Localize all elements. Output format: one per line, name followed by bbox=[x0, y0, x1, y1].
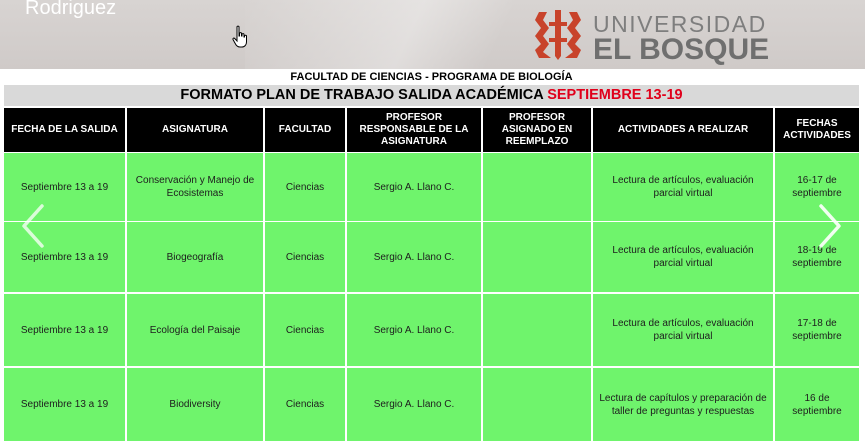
university-logo: UNIVERSIDAD EL BOSQUE bbox=[531, 6, 851, 66]
table-cell-reemplazo bbox=[483, 222, 591, 292]
table-cell-actividades: Lectura de artículos, evaluación parcial… bbox=[593, 153, 773, 221]
table-cell-actividades: Lectura de artículos, evaluación parcial… bbox=[593, 222, 773, 292]
table-cell-fechas: 16 de septiembre bbox=[775, 368, 859, 441]
table-cell-profesor: Sergio A. Llano C. bbox=[347, 368, 481, 441]
university-crest-icon bbox=[535, 10, 581, 60]
format-title-dates: SEPTIEMBRE 13-19 bbox=[547, 87, 683, 103]
table-cell-reemplazo bbox=[483, 294, 591, 366]
chevron-right-icon[interactable] bbox=[817, 203, 843, 249]
table-cell-facultad: Ciencias bbox=[265, 368, 345, 441]
chevron-left-icon[interactable] bbox=[20, 203, 46, 249]
hand-cursor-icon bbox=[232, 25, 247, 48]
table-cell-facultad: Ciencias bbox=[265, 222, 345, 292]
header-fechas-actividades: FECHAS ACTIVIDADES bbox=[775, 108, 859, 152]
format-title: FORMATO PLAN DE TRABAJO SALIDA ACADÉMICA… bbox=[4, 85, 859, 106]
table-cell-reemplazo bbox=[483, 368, 591, 441]
header-asignatura: ASIGNATURA bbox=[127, 108, 263, 152]
table-cell-profesor: Sergio A. Llano C. bbox=[347, 153, 481, 221]
table-cell-fecha: Septiembre 13 a 19 bbox=[4, 294, 125, 366]
table-cell-reemplazo bbox=[483, 153, 591, 221]
faculty-program-title: FACULTAD DE CIENCIAS - PROGRAMA DE BIOLO… bbox=[290, 71, 573, 83]
table-cell-asignatura: Biogeografía bbox=[127, 222, 263, 292]
table-cell-asignatura: Biodiversity bbox=[127, 368, 263, 441]
format-title-text: FORMATO PLAN DE TRABAJO SALIDA ACADÉMICA bbox=[180, 87, 544, 103]
table-cell-asignatura: Ecología del Paisaje bbox=[127, 294, 263, 366]
table-cell-facultad: Ciencias bbox=[265, 153, 345, 221]
header-actividades: ACTIVIDADES A REALIZAR bbox=[593, 108, 773, 152]
table-cell-actividades: Lectura de artículos, evaluación parcial… bbox=[593, 294, 773, 366]
header-profesor-responsable: PROFESOR RESPONSABLE DE LA ASIGNATURA bbox=[347, 108, 481, 152]
header-banner: Rodriguez UNIVERSIDAD EL BOSQUE bbox=[0, 0, 865, 69]
document-header: FACULTAD DE CIENCIAS - PROGRAMA DE BIOLO… bbox=[4, 69, 859, 108]
bottom-border bbox=[0, 441, 865, 447]
table-cell-profesor: Sergio A. Llano C. bbox=[347, 222, 481, 292]
header-profesor-reemplazo: PROFESOR ASIGNADO EN REEMPLAZO bbox=[483, 108, 591, 152]
logo-text-line2: EL BOSQUE bbox=[593, 33, 770, 66]
header-facultad: FACULTAD bbox=[265, 108, 345, 152]
table-cell-facultad: Ciencias bbox=[265, 294, 345, 366]
table-cell-actividades: Lectura de capítulos y preparación de ta… bbox=[593, 368, 773, 441]
table-cell-profesor: Sergio A. Llano C. bbox=[347, 294, 481, 366]
table-cell-asignatura: Conservación y Manejo de Ecosistemas bbox=[127, 153, 263, 221]
work-plan-table: FECHA DE LA SALIDA ASIGNATURA FACULTAD P… bbox=[4, 108, 859, 441]
header-fecha-salida: FECHA DE LA SALIDA bbox=[4, 108, 125, 152]
user-name: Rodriguez bbox=[25, 0, 117, 19]
table-cell-fechas: 17-18 de septiembre bbox=[775, 294, 859, 366]
table-cell-fecha: Septiembre 13 a 19 bbox=[4, 368, 125, 441]
